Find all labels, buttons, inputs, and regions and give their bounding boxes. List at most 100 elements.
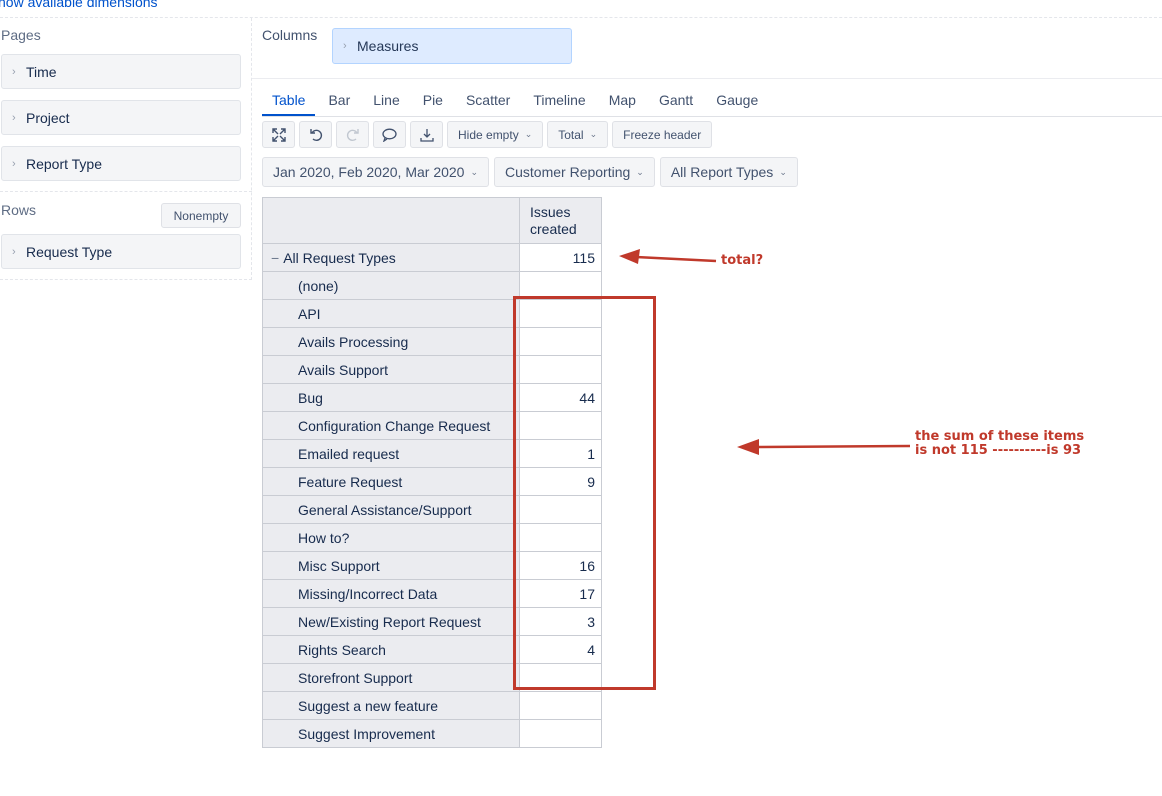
row-label[interactable]: Suggest a new feature bbox=[262, 691, 520, 720]
row-value bbox=[519, 719, 602, 748]
redo-icon bbox=[346, 128, 359, 141]
tab-gauge[interactable]: Gauge bbox=[706, 84, 768, 116]
expand-icon bbox=[271, 127, 286, 142]
row-label[interactable]: API bbox=[262, 299, 520, 328]
show-dimensions-link[interactable]: how available dimensions bbox=[0, 0, 158, 10]
hide-empty-dropdown[interactable]: Hide empty ⌄ bbox=[447, 121, 544, 148]
pages-item-label: Project bbox=[26, 109, 70, 126]
column-header-line: Issues bbox=[530, 204, 571, 220]
freeze-header-button[interactable]: Freeze header bbox=[612, 121, 713, 148]
comment-button[interactable] bbox=[373, 121, 406, 148]
row-label[interactable]: How to? bbox=[262, 523, 520, 552]
row-label[interactable]: Avails Support bbox=[262, 355, 520, 384]
column-header-line: created bbox=[530, 221, 577, 237]
nonempty-button[interactable]: Nonempty bbox=[161, 203, 241, 228]
hide-empty-label: Hide empty bbox=[458, 127, 519, 142]
rows-item-label: Request Type bbox=[26, 243, 113, 260]
tab-timeline[interactable]: Timeline bbox=[523, 84, 595, 116]
dimensions-pane: Pages › Time › Project › Report Type Row… bbox=[0, 18, 252, 280]
total-row-label-cell[interactable]: − All Request Types bbox=[262, 243, 520, 272]
pages-rows-divider bbox=[0, 191, 252, 192]
pages-item-project[interactable]: › Project bbox=[1, 100, 241, 135]
rows-title: Rows bbox=[1, 202, 37, 218]
row-label[interactable]: Emailed request bbox=[262, 439, 520, 468]
table-row: Suggest a new feature bbox=[262, 691, 602, 720]
chevron-down-icon: ⌄ bbox=[636, 166, 644, 177]
columns-title: Columns bbox=[262, 27, 318, 43]
undo-button[interactable] bbox=[299, 121, 332, 148]
pages-item-report-type[interactable]: › Report Type bbox=[1, 146, 241, 181]
column-header-issues-created[interactable]: Issues created bbox=[519, 197, 602, 244]
row-label[interactable]: Avails Processing bbox=[262, 327, 520, 356]
chevron-right-icon: › bbox=[343, 40, 347, 52]
time-filter-value: Jan 2020, Feb 2020, Mar 2020 bbox=[273, 164, 465, 180]
total-row-label: All Request Types bbox=[283, 249, 396, 266]
row-label[interactable]: Feature Request bbox=[262, 467, 520, 496]
chart-type-tabs: Table Bar Line Pie Scatter Timeline Map … bbox=[262, 84, 771, 116]
row-label[interactable]: New/Existing Report Request bbox=[262, 607, 520, 636]
chevron-down-icon: ⌄ bbox=[524, 129, 533, 139]
comment-icon bbox=[382, 128, 397, 142]
row-label[interactable]: Rights Search bbox=[262, 635, 520, 664]
table-row: Suggest Improvement bbox=[262, 719, 602, 748]
chevron-right-icon: › bbox=[12, 65, 16, 78]
columns-item-measures[interactable]: › Measures bbox=[332, 28, 572, 64]
redo-button[interactable] bbox=[336, 121, 369, 148]
tab-table[interactable]: Table bbox=[262, 84, 316, 116]
tab-gantt[interactable]: Gantt bbox=[649, 84, 703, 116]
collapse-icon[interactable]: − bbox=[271, 250, 279, 266]
undo-icon bbox=[309, 128, 322, 141]
chevron-down-icon: ⌄ bbox=[779, 166, 787, 177]
annotation-arrow-total bbox=[619, 249, 717, 264]
annotation-total-note: total? bbox=[721, 253, 764, 268]
annotation-sum-line: is not 115 ----------is 93 bbox=[915, 443, 1082, 458]
report-type-filter-dropdown[interactable]: All Report Types ⌄ bbox=[659, 157, 798, 187]
time-filter-dropdown[interactable]: Jan 2020, Feb 2020, Mar 2020 ⌄ bbox=[262, 157, 490, 187]
row-label[interactable]: General Assistance/Support bbox=[262, 495, 520, 524]
project-filter-dropdown[interactable]: Customer Reporting ⌄ bbox=[494, 157, 655, 187]
annotation-sum-line: the sum of these items bbox=[915, 429, 1085, 444]
export-button[interactable] bbox=[410, 121, 443, 148]
annotation-sum-note: the sum of these items is not 115 ------… bbox=[915, 430, 1084, 458]
rows-item-request-type[interactable]: › Request Type bbox=[1, 234, 241, 269]
columns-divider bbox=[252, 78, 1162, 79]
row-label[interactable]: Storefront Support bbox=[262, 663, 520, 692]
chevron-right-icon: › bbox=[12, 111, 16, 124]
row-label[interactable]: (none) bbox=[262, 271, 520, 300]
tab-scatter[interactable]: Scatter bbox=[456, 84, 520, 116]
tab-map[interactable]: Map bbox=[599, 84, 646, 116]
annotation-arrow-sum bbox=[737, 439, 911, 455]
pages-item-time[interactable]: › Time bbox=[1, 54, 241, 89]
pages-item-label: Time bbox=[26, 63, 57, 80]
chevron-right-icon: › bbox=[12, 157, 16, 170]
tab-line[interactable]: Line bbox=[363, 84, 409, 116]
row-label[interactable]: Misc Support bbox=[262, 551, 520, 580]
total-row-value: 115 bbox=[519, 243, 602, 272]
fullscreen-button[interactable] bbox=[262, 121, 295, 148]
table-total-row: − All Request Types 115 bbox=[262, 243, 602, 272]
page-filters: Jan 2020, Feb 2020, Mar 2020 ⌄ Customer … bbox=[262, 157, 798, 187]
total-label: Total bbox=[558, 127, 584, 142]
tabs-divider bbox=[262, 116, 1162, 117]
table-header-row: Issues created bbox=[262, 197, 602, 244]
tab-bar[interactable]: Bar bbox=[318, 84, 360, 116]
pages-item-label: Report Type bbox=[26, 155, 103, 172]
project-filter-value: Customer Reporting bbox=[505, 164, 631, 180]
total-dropdown[interactable]: Total ⌄ bbox=[547, 121, 609, 148]
report-toolbar: Hide empty ⌄ Total ⌄ Freeze header bbox=[262, 121, 713, 148]
chevron-right-icon: › bbox=[12, 245, 16, 258]
row-label[interactable]: Configuration Change Request bbox=[262, 411, 520, 440]
chevron-down-icon: ⌄ bbox=[470, 166, 479, 177]
columns-item-label: Measures bbox=[357, 38, 419, 54]
chevron-down-icon: ⌄ bbox=[589, 129, 598, 139]
report-type-filter-value: All Report Types bbox=[670, 164, 774, 180]
row-value bbox=[519, 691, 602, 720]
row-label[interactable]: Suggest Improvement bbox=[262, 719, 520, 748]
tab-pie[interactable]: Pie bbox=[413, 84, 453, 116]
table-corner-cell bbox=[262, 197, 520, 244]
row-label[interactable]: Missing/Incorrect Data bbox=[262, 579, 520, 608]
export-icon bbox=[419, 128, 434, 142]
pages-title: Pages bbox=[1, 27, 41, 43]
row-label[interactable]: Bug bbox=[262, 383, 520, 412]
annotation-highlight-box bbox=[513, 296, 656, 690]
